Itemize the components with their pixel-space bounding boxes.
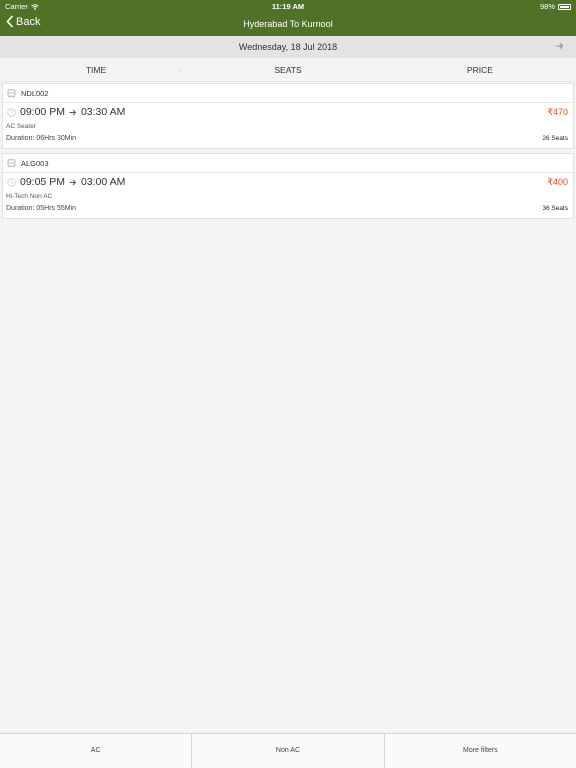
bus-code: NDL002 — [21, 88, 49, 98]
bus-card-header: ALG003 — [3, 154, 573, 173]
bus-timings: 09:00 PM 03:30 AM — [7, 106, 125, 118]
status-time: 11:19 AM — [271, 2, 305, 11]
non-ac-filter-button[interactable]: Non AC — [192, 734, 385, 768]
bus-icon — [7, 158, 16, 167]
sort-indicator-icon — [179, 67, 181, 73]
seats-available: 26 Seats — [542, 135, 568, 142]
back-label: Back — [16, 15, 41, 28]
sort-price-tab[interactable]: PRICE — [384, 58, 576, 81]
bus-type: AC Seater — [6, 123, 36, 130]
fare-price: ₹470 — [547, 107, 568, 117]
sort-bar: TIME SEATS PRICE — [0, 58, 576, 82]
departure-time: 09:05 PM — [20, 176, 65, 188]
clock-icon — [7, 107, 16, 117]
sort-seats-tab[interactable]: SEATS — [192, 58, 384, 81]
arrow-right-icon — [69, 179, 77, 185]
arrival-time: 03:00 AM — [80, 176, 126, 188]
seats-available: 36 Seats — [542, 205, 568, 212]
status-bar: Carrier 11:19 AM 98% — [0, 0, 576, 12]
ac-filter-button[interactable]: AC — [0, 734, 193, 768]
departure-time: 09:00 PM — [20, 106, 65, 118]
nav-bar: Back Hyderabad To Kurnool — [0, 12, 576, 36]
arrow-right-icon — [69, 109, 77, 115]
battery-icon — [558, 3, 571, 10]
sort-time-tab[interactable]: TIME — [0, 58, 192, 81]
filter-bar: AC Non AC More filters — [0, 733, 576, 768]
date-bar: Wednesday, 18 Jul 2018 — [0, 36, 576, 58]
page-title: Hyderabad To Kurnool — [243, 19, 333, 29]
bus-card-header: NDL002 — [3, 84, 573, 103]
bus-icon — [7, 88, 16, 97]
journey-date: Wednesday, 18 Jul 2018 — [238, 42, 338, 52]
bus-card[interactable]: NDL002 09:00 PM 03:30 AM ₹470 AC Seater … — [2, 83, 574, 149]
back-button[interactable]: Back — [6, 15, 40, 28]
battery-group: 98% — [540, 2, 571, 11]
more-filters-button[interactable]: More filters — [385, 734, 576, 768]
chevron-left-icon — [6, 15, 14, 28]
trip-duration: Duration: 05Hrs 55Min — [6, 205, 77, 212]
battery-percent: 98% — [539, 2, 555, 11]
fare-price: ₹400 — [547, 177, 568, 187]
trip-duration: Duration: 06Hrs 30Min — [6, 135, 77, 142]
bus-type: Hi-Tech Non AC — [6, 193, 53, 200]
bus-timings: 09:05 PM 03:00 AM — [7, 176, 125, 188]
next-date-arrow-icon[interactable] — [556, 41, 564, 51]
bus-card[interactable]: ALG003 09:05 PM 03:00 AM ₹400 Hi-Tech No… — [2, 153, 574, 219]
arrival-time: 03:30 AM — [80, 106, 126, 118]
bus-code: ALG003 — [21, 158, 49, 168]
clock-icon — [7, 177, 16, 187]
